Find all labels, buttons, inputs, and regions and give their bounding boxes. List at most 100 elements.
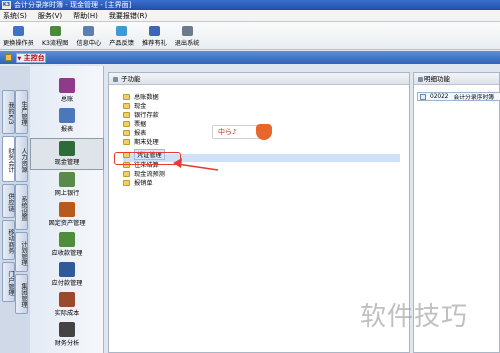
folder-icon (123, 93, 130, 100)
folder-label: 总账数据 (134, 94, 159, 101)
recommend-gift-button[interactable]: 推荐有礼 (142, 26, 167, 47)
module-fixed-assets[interactable]: 固定资产管理 (30, 202, 104, 227)
info-center-icon (83, 26, 95, 36)
main-tab-label: 主控台 (23, 54, 45, 62)
module-label: 报表 (60, 126, 74, 133)
fox-mascot-icon (256, 124, 272, 140)
detail-header: 明细功能 (414, 73, 499, 85)
report-icon (59, 108, 75, 123)
menu-help[interactable]: 帮助(H) (73, 11, 98, 21)
receivables-icon (59, 232, 75, 247)
cash-management-icon (59, 141, 75, 156)
folder-label: 现金流预测 (134, 171, 165, 178)
vtab-financial-accounting[interactable]: 财务会计 (2, 136, 15, 182)
feedback-icon (116, 26, 128, 36)
folder-icon (123, 120, 130, 127)
module-label: 财务分析 (54, 340, 80, 347)
module-report[interactable]: 报表 (30, 108, 104, 133)
folder-ledger-data[interactable]: 总账数据 (123, 92, 159, 101)
module-label: 网上银行 (54, 190, 80, 197)
detail-item-code: 02022 (430, 93, 449, 100)
menu-report-error[interactable]: 我要报错(R) (109, 11, 147, 21)
window-title: 会计分录序时簿 - 现金管理 - [主界面] (14, 1, 132, 9)
feedback-label: 产品反馈 (109, 40, 134, 47)
module-cash-management[interactable]: 现金管理 (30, 138, 104, 170)
exit-icon (181, 26, 193, 36)
folder-period-end[interactable]: 期末处理 (123, 137, 159, 146)
vtab-group[interactable]: 集团管理 (15, 274, 28, 314)
vtab-hr[interactable]: 人力资源 (15, 136, 28, 182)
tab-main-console[interactable]: ▼ 主控台 (16, 53, 46, 63)
folder-icon (123, 129, 130, 136)
exit-system-label: 退出系统 (174, 40, 200, 47)
recommend-gift-label: 推荐有礼 (142, 40, 167, 47)
vtab-portal[interactable]: 门户管理 (2, 262, 15, 302)
folder-label: 银行存款 (134, 112, 159, 119)
module-online-bank[interactable]: 网上银行 (30, 172, 104, 197)
folder-label: 期末处理 (134, 139, 159, 146)
folder-cash[interactable]: 现金 (123, 101, 146, 110)
flowchart-icon (49, 26, 61, 36)
annotation-highlight-box (114, 152, 181, 165)
folder-expense-claim[interactable]: 报销单 (123, 178, 153, 187)
online-bank-icon (59, 172, 75, 187)
folder-cashflow-forecast[interactable]: 现金流预测 (123, 169, 165, 178)
exit-system-button[interactable]: 退出系统 (175, 26, 200, 47)
vtab-system-settings[interactable]: 系统设置 (15, 184, 28, 230)
subfunction-header: 子功能 (109, 73, 409, 85)
detail-item-journal[interactable]: 02022 会计分录序时簿 (417, 92, 500, 101)
vtab-planning[interactable]: 计划管理 (15, 232, 28, 272)
title-bar: K3 会计分录序时簿 - 现金管理 - [主界面] (0, 0, 500, 10)
module-payables[interactable]: 应付款管理 (30, 262, 104, 287)
ime-label: 中ら♪ (218, 128, 237, 136)
folder-notes[interactable]: 票据 (123, 119, 146, 128)
folder-icon (123, 170, 130, 177)
menu-system[interactable]: 系统(S) (3, 11, 27, 21)
module-label: 总账 (60, 96, 74, 103)
folder-label: 报销单 (134, 180, 153, 187)
module-receivables[interactable]: 应收款管理 (30, 232, 104, 257)
panel-header-icon (113, 77, 118, 82)
info-center-label: 信息中心 (76, 40, 102, 47)
ime-toolbar[interactable]: 中ら♪ (212, 124, 272, 140)
vtab-mobile-business[interactable]: 移动商务 (2, 220, 15, 260)
switch-user-button[interactable]: 更换操作员 (3, 26, 34, 47)
vtab-supply-chain[interactable]: 供应链 (2, 184, 15, 218)
k3-flowchart-label: K3流程图 (41, 40, 69, 47)
module-label: 固定资产管理 (48, 220, 86, 227)
toolbar: 更换操作员 K3流程图 信息中心 产品反馈 推荐有礼 退出系统 (0, 22, 500, 50)
folder-report[interactable]: 报表 (123, 128, 146, 137)
module-actual-cost[interactable]: 实际成本 (30, 292, 104, 317)
info-center-button[interactable]: 信息中心 (76, 26, 102, 47)
folder-icon (123, 102, 130, 109)
module-label: 现金管理 (54, 159, 80, 166)
fixed-assets-icon (59, 202, 75, 217)
menu-service[interactable]: 服务(V) (38, 11, 62, 21)
vtab-my-k3[interactable]: 我的K/3 (2, 90, 15, 134)
module-general-ledger[interactable]: 总账 (30, 78, 104, 103)
module-label: 实际成本 (54, 310, 80, 317)
home-icon (5, 54, 12, 61)
main-tab-bar: ▼ 主控台 (0, 51, 500, 64)
module-financial-analysis[interactable]: 财务分析 (30, 322, 104, 347)
module-label: 应收款管理 (51, 250, 83, 257)
vtab-production[interactable]: 生产管理 (15, 90, 28, 134)
switch-user-label: 更换操作员 (3, 40, 34, 47)
panel-header-icon (418, 77, 423, 82)
module-label: 应付款管理 (51, 280, 83, 287)
payables-icon (59, 262, 75, 277)
k3-flowchart-button[interactable]: K3流程图 (42, 26, 69, 47)
chevron-down-icon: ▼ (17, 56, 22, 62)
menu-bar: 系统(S) 服务(V) 帮助(H) 我要报错(R) (0, 10, 500, 22)
folder-label: 票据 (134, 121, 147, 128)
feedback-button[interactable]: 产品反馈 (109, 26, 134, 47)
detail-item-label: 会计分录序时簿 (453, 95, 495, 101)
detail-title: 明细功能 (424, 75, 450, 83)
folder-icon (123, 138, 130, 145)
actual-cost-icon (59, 292, 75, 307)
gift-icon (148, 26, 160, 36)
folder-icon (123, 179, 130, 186)
folder-label: 现金 (134, 103, 147, 110)
folder-bank-deposit[interactable]: 银行存款 (123, 110, 159, 119)
vertical-tabs: 我的K/3 财务会计 供应链 生产管理 人力资源 系统设置 移动商务 计划管理 … (0, 66, 30, 353)
